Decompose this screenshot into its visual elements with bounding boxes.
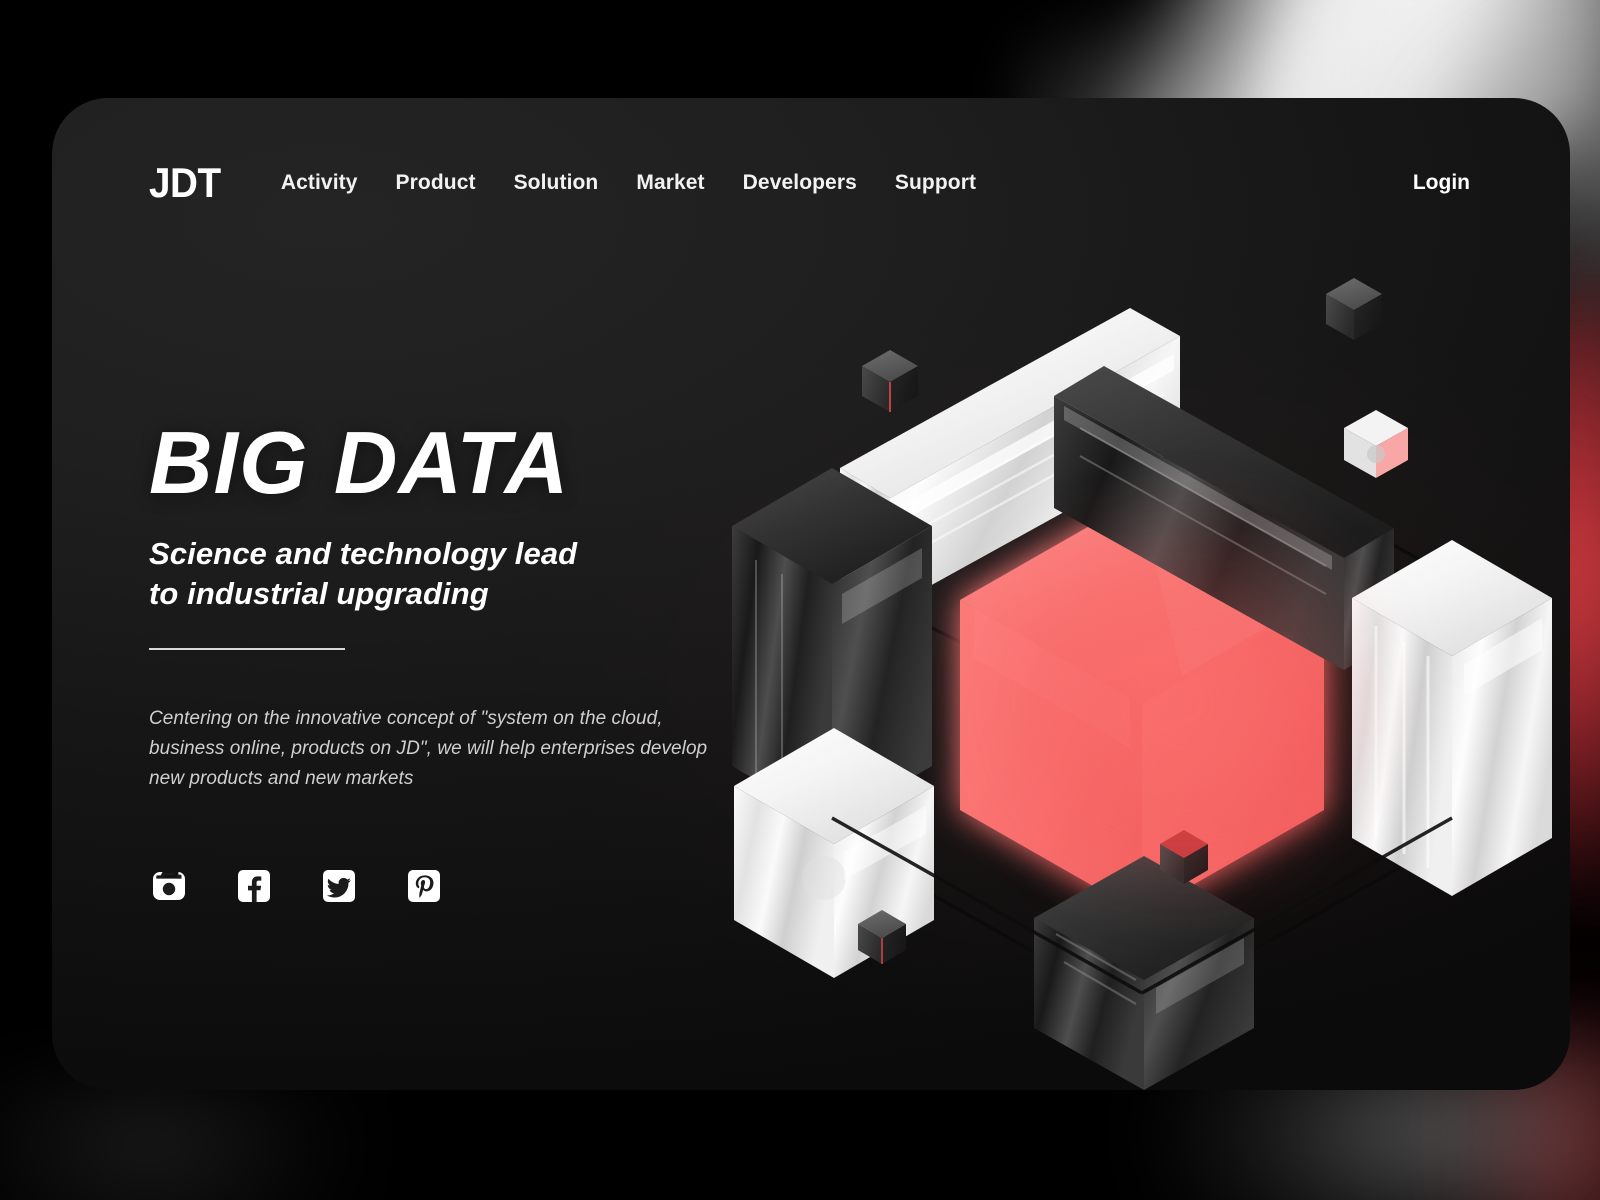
isometric-cube-illustration (732, 278, 1552, 1090)
hero-subtitle-line-2: to industrial upgrading (149, 576, 489, 612)
main-navigation: Activity Product Solution Market Develop… (281, 171, 976, 195)
social-links (149, 866, 809, 906)
page-title: BIG DATA (149, 413, 570, 512)
hero-description: Centering on the innovative concept of "… (149, 708, 708, 790)
nav-item-activity[interactable]: Activity (281, 171, 358, 195)
hero-subtitle-line-1: Science and technology lead (149, 535, 578, 571)
bar-bottom-center-dark (1034, 856, 1254, 1090)
nav-item-solution[interactable]: Solution (514, 171, 599, 195)
facebook-icon[interactable] (234, 866, 274, 906)
bar-right-white (1352, 540, 1552, 896)
hero-content: BIG DATA Science and technology lead to … (149, 418, 809, 906)
hero-artwork (712, 278, 1570, 1090)
hero-divider (149, 648, 345, 651)
login-button[interactable]: Login (1413, 171, 1470, 195)
hero-subtitle: Science and technology lead to industria… (149, 534, 709, 615)
nav-item-product[interactable]: Product (396, 171, 476, 195)
nav-item-support[interactable]: Support (895, 171, 976, 195)
floating-cube-white-red (1344, 410, 1408, 478)
instagram-icon[interactable] (149, 866, 189, 906)
pinterest-icon[interactable] (404, 866, 444, 906)
backdrop-grey-bottom-left (0, 1080, 360, 1200)
twitter-icon[interactable] (319, 866, 359, 906)
nav-item-market[interactable]: Market (636, 171, 704, 195)
site-header: JDT Activity Product Solution Market Dev… (52, 98, 1570, 268)
brand-logo[interactable]: JDT (149, 162, 221, 204)
floating-cube-top-right (1326, 278, 1382, 340)
hero-card: JDT Activity Product Solution Market Dev… (52, 98, 1570, 1090)
nav-item-developers[interactable]: Developers (743, 171, 857, 195)
floating-cube-upper-left (862, 350, 918, 412)
